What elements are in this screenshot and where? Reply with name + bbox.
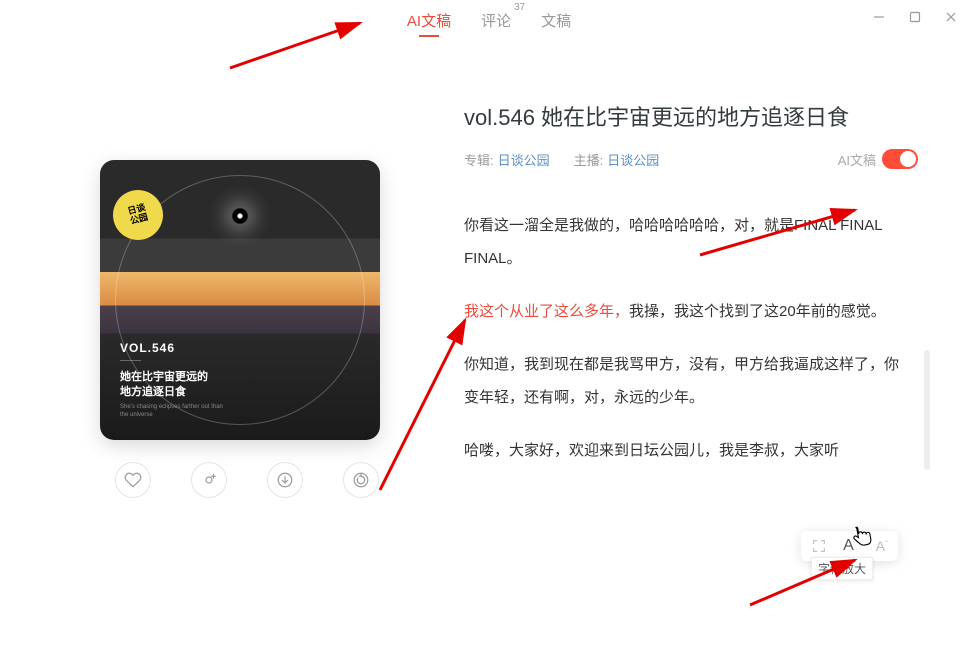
scrollbar[interactable] bbox=[924, 350, 930, 650]
tab-comments[interactable]: 评论 37 bbox=[481, 10, 511, 37]
top-tabs: AI文稿 评论 37 文稿 bbox=[0, 10, 978, 37]
close-button[interactable] bbox=[944, 10, 958, 24]
tab-label: 评论 bbox=[481, 13, 511, 30]
cover-subtext: ——— bbox=[120, 357, 230, 364]
transcript-body: 你看这一溜全是我做的，哈哈哈哈哈哈，对，就是FINAL FINAL FINAL。… bbox=[464, 209, 938, 487]
transcript-line[interactable]: 我这个从业了这么多年，我操，我这个找到了这20年前的感觉。 bbox=[464, 295, 913, 328]
share-button[interactable] bbox=[343, 462, 379, 498]
album-link[interactable]: 日谈公园 bbox=[498, 150, 550, 169]
cover-column: 日谈 公园 VOL.546 ——— 她在比宇宙更远的 地方追逐日食 She's … bbox=[100, 160, 380, 498]
cover-smalltext: She's chasing eclipses farther out than … bbox=[120, 404, 230, 420]
window-controls bbox=[872, 10, 958, 24]
add-button[interactable] bbox=[191, 462, 227, 498]
ai-transcript-toggle[interactable] bbox=[882, 149, 918, 169]
minimize-button[interactable] bbox=[872, 10, 886, 24]
ai-toggle-group: AI文稿 bbox=[838, 149, 918, 169]
font-decrease-button[interactable]: A- bbox=[876, 538, 888, 554]
tab-label: 文稿 bbox=[541, 13, 571, 30]
scrollbar-thumb[interactable] bbox=[924, 350, 930, 470]
font-increase-tooltip: 字体放大 bbox=[811, 557, 873, 580]
transcript-line[interactable]: 你知道，我到现在都是我骂甲方，没有，甲方给我逼成这样了，你变年轻，还有啊，对，永… bbox=[464, 348, 913, 414]
cover-text-block: VOL.546 ——— 她在比宇宙更远的 地方追逐日食 She's chasin… bbox=[120, 341, 230, 420]
album-label: 专辑: bbox=[464, 150, 494, 169]
maximize-button[interactable] bbox=[908, 10, 922, 24]
host-link[interactable]: 日谈公园 bbox=[607, 150, 659, 169]
sticker-text: 公园 bbox=[129, 213, 149, 227]
transcript-line[interactable]: 哈喽，大家好，欢迎来到日坛公园儿，我是李叔，大家听 bbox=[464, 434, 913, 467]
cover-volume: VOL.546 bbox=[120, 341, 230, 355]
like-button[interactable] bbox=[115, 462, 151, 498]
host-label: 主播: bbox=[574, 150, 604, 169]
font-increase-button[interactable]: A+ bbox=[843, 537, 860, 555]
tab-ai-transcript[interactable]: AI文稿 bbox=[407, 10, 451, 37]
episode-cover[interactable]: 日谈 公园 VOL.546 ——— 她在比宇宙更远的 地方追逐日食 She's … bbox=[100, 160, 380, 440]
transcript-line[interactable]: 你看这一溜全是我做的，哈哈哈哈哈哈，对，就是FINAL FINAL FINAL。 bbox=[464, 209, 913, 275]
download-button[interactable] bbox=[267, 462, 303, 498]
transcript-highlight: 我这个从业了这么多年， bbox=[464, 303, 629, 320]
tab-label: AI文稿 bbox=[407, 13, 451, 30]
fullscreen-button[interactable] bbox=[811, 538, 827, 554]
meta-row: 专辑: 日谈公园 主播: 日谈公园 AI文稿 bbox=[464, 149, 938, 169]
episode-title: vol.546 她在比宇宙更远的地方追逐日食 bbox=[464, 100, 938, 135]
content-column: vol.546 她在比宇宙更远的地方追逐日食 专辑: 日谈公园 主播: 日谈公园… bbox=[464, 100, 938, 487]
ai-toggle-label: AI文稿 bbox=[838, 150, 876, 169]
comments-count-badge: 37 bbox=[514, 2, 525, 13]
cover-title: 她在比宇宙更远的 地方追逐日食 bbox=[120, 370, 230, 401]
transcript-text: 我操，我这个找到了这20年前的感觉。 bbox=[629, 303, 886, 320]
tab-transcript[interactable]: 文稿 bbox=[541, 10, 571, 37]
cover-actions bbox=[100, 462, 380, 498]
